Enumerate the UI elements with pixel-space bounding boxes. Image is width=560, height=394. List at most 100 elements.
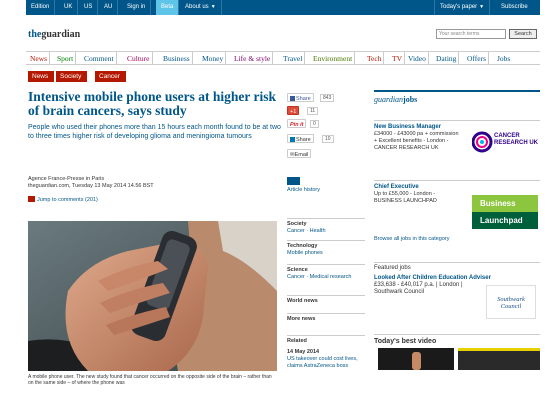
section-science: Science Cancer · Medical research	[287, 264, 365, 281]
video-thumbnail[interactable]	[378, 348, 454, 370]
cancer-research-logo: CANCER RESEARCH UK	[471, 124, 539, 160]
best-video-heading: Today's best video	[374, 338, 437, 345]
nav-tv[interactable]: TV	[390, 52, 405, 65]
history-icon	[287, 177, 300, 185]
video-banner-stripe	[458, 348, 540, 351]
job-title[interactable]: Chief Executive	[374, 184, 540, 190]
featured-jobs-heading: Featured jobs	[374, 265, 411, 271]
photo-caption: A mobile phone user. The new study found…	[28, 374, 272, 386]
guardian-logo[interactable]: theguardian	[28, 29, 80, 40]
jobs-header-guardian: guardian	[374, 95, 404, 104]
video-thumbnail[interactable]	[458, 348, 540, 370]
section-title[interactable]: Science	[287, 267, 365, 274]
edition-au-link[interactable]: AU	[99, 0, 119, 15]
section-more-news: More news	[287, 313, 365, 323]
section-title[interactable]: More news	[287, 316, 365, 323]
section-links[interactable]: Mobile phones	[287, 250, 365, 257]
comment-icon	[28, 196, 35, 202]
cancer-research-logo-text: CANCER RESEARCH UK	[494, 133, 539, 146]
email-label: Email	[294, 152, 309, 158]
top-bar: Edition UK US AU Sign in Beta About us ▼ …	[26, 0, 540, 15]
nav-tech[interactable]: Tech	[365, 52, 385, 65]
nav-dating[interactable]: Dating	[434, 52, 460, 65]
section-links[interactable]: Cancer · Medical research	[287, 274, 365, 281]
related-link[interactable]: US takeover could cost lives, claims Ast…	[287, 356, 365, 370]
business-launchpad-logo: Business Launchpad	[472, 195, 538, 229]
breadcrumb-news[interactable]: News	[28, 71, 55, 82]
nav-environment[interactable]: Environment	[311, 52, 356, 65]
section-title[interactable]: World news	[287, 298, 365, 305]
main-nav: News Sport Comment Culture Business Mone…	[26, 51, 540, 65]
jobs-header-jobs: jobs	[403, 95, 418, 104]
guardian-jobs-header[interactable]: guardianjobs	[374, 90, 540, 108]
job-listing[interactable]: New Business Manager £34000 - £43000 pa …	[374, 120, 540, 172]
nav-sport[interactable]: Sport	[55, 52, 77, 65]
search-button[interactable]: Search	[509, 29, 537, 39]
about-us-label: About us	[185, 4, 209, 10]
nav-news[interactable]: News	[28, 52, 51, 65]
section-technology: Technology Mobile phones	[287, 240, 365, 257]
nav-offers[interactable]: Offers	[465, 52, 490, 65]
nav-travel[interactable]: Travel	[281, 52, 306, 65]
section-title[interactable]: Technology	[287, 243, 365, 250]
search-input[interactable]: Your search terms	[436, 29, 506, 39]
jump-to-comments-link[interactable]: Jump to comments (201)	[28, 196, 98, 203]
linkedin-count: 10	[322, 135, 334, 143]
facebook-icon	[290, 96, 295, 101]
job-description: Up to £55,000 - London - BUSINESS LAUNCH…	[374, 191, 437, 204]
gplus-count: 11	[307, 107, 319, 115]
article-history-label: Article history	[287, 187, 321, 193]
job-description: £34000 - £43000 pa + commission + Excell…	[374, 131, 459, 151]
linkedin-share-label: Share	[296, 137, 311, 143]
nav-video[interactable]: Video	[406, 52, 429, 65]
beta-link[interactable]: Beta	[156, 0, 180, 15]
pinterest-count: 0	[310, 120, 319, 128]
todays-paper-label: Today's paper	[440, 4, 478, 10]
job-listing[interactable]: Chief Executive Up to £55,000 - London -…	[374, 180, 540, 234]
featured-job-title[interactable]: Looked After Children Education Adviser	[374, 275, 540, 281]
section-world-news: World news	[287, 295, 365, 305]
nav-comment[interactable]: Comment	[82, 52, 117, 65]
browse-all-jobs-link[interactable]: Browse all jobs in this category	[374, 236, 450, 242]
pinterest-button[interactable]: Pin it	[287, 119, 307, 128]
facebook-share-button[interactable]: Share	[287, 93, 314, 102]
launchpad-logo-top: Business	[472, 195, 538, 212]
about-us-menu[interactable]: About us ▼	[180, 0, 222, 15]
linkedin-icon	[290, 137, 295, 142]
nav-jobs[interactable]: Jobs	[495, 52, 512, 65]
nav-culture[interactable]: Culture	[125, 52, 153, 65]
southwark-council-logo: Southwark Council	[486, 285, 536, 319]
video-person-figure	[412, 352, 421, 370]
launchpad-logo-bottom: Launchpad	[472, 212, 538, 229]
section-links[interactable]: Cancer · Health	[287, 228, 365, 235]
jump-to-comments-label: Jump to comments (201)	[37, 197, 98, 203]
related-section: Related 14 May 2014 US takeover could co…	[287, 335, 365, 370]
breadcrumb-cancer[interactable]: Cancer	[95, 71, 126, 82]
chevron-down-icon: ▼	[210, 4, 216, 10]
facebook-count: 843	[320, 94, 335, 102]
article-history-link[interactable]: Article history	[287, 177, 320, 194]
edition-uk-link[interactable]: UK	[59, 0, 79, 15]
edition-us-link[interactable]: US	[79, 0, 99, 15]
article-headline: Intensive mobile phone users at higher r…	[28, 89, 277, 118]
email-button[interactable]: ✉Email	[287, 149, 312, 158]
section-title[interactable]: Society	[287, 221, 365, 228]
logo-the: the	[28, 29, 42, 40]
breadcrumb-society[interactable]: Society	[56, 71, 88, 82]
man-with-phone-illustration	[28, 221, 277, 371]
byline-source: Agence France-Presse in Paris	[28, 176, 105, 182]
linkedin-share-button[interactable]: Share	[287, 134, 314, 143]
byline: Agence France-Presse in Paris theguardia…	[28, 176, 228, 190]
subscribe-link[interactable]: Subscribe	[496, 0, 533, 15]
section-society: Society Cancer · Health	[287, 218, 365, 235]
sign-in-link[interactable]: Sign in	[122, 0, 152, 15]
article-photo	[28, 221, 277, 371]
related-heading: Related	[287, 338, 307, 344]
todays-paper-menu[interactable]: Today's paper ▼	[434, 0, 491, 15]
gplus-button[interactable]: +1	[287, 106, 300, 115]
nav-business[interactable]: Business	[161, 52, 193, 65]
chevron-down-icon: ▼	[479, 4, 485, 10]
nav-money[interactable]: Money	[200, 52, 227, 65]
best-video: Today's best video	[374, 334, 540, 370]
nav-life-style[interactable]: Life & style	[232, 52, 274, 65]
